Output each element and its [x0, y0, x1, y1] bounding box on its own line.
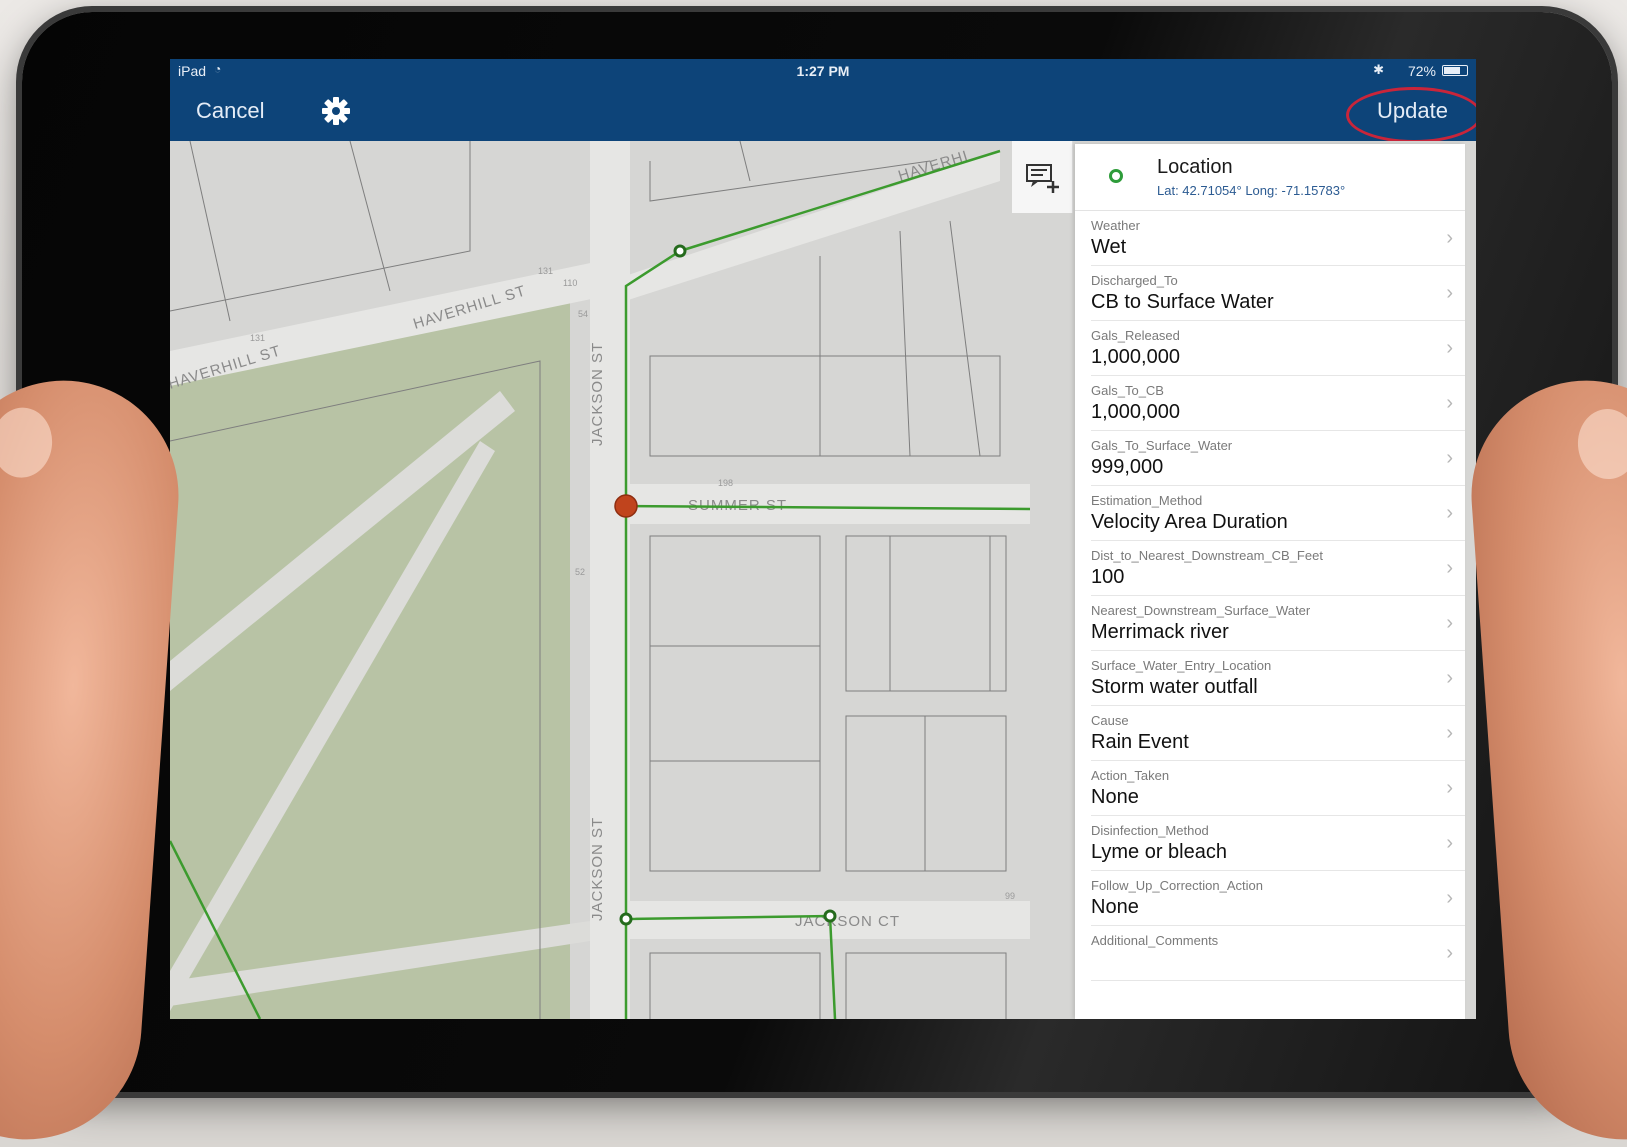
chevron-right-icon: ›	[1446, 942, 1453, 964]
field-value: CB to Surface Water	[1091, 291, 1274, 313]
field-value: None	[1091, 786, 1139, 808]
field-row-gals-to-surface-water[interactable]: Gals_To_Surface_Water 999,000 ›	[1091, 430, 1465, 486]
add-note-icon	[1026, 164, 1059, 193]
gear-icon[interactable]	[318, 93, 354, 129]
nav-bar: Cancel Update	[170, 81, 1476, 143]
location-coordinates: Lat: 42.71054° Long: -71.15783°	[1157, 183, 1346, 198]
field-value: Wet	[1091, 236, 1127, 258]
field-row-estimation-method[interactable]: Estimation_Method Velocity Area Duration ›	[1091, 485, 1465, 541]
chevron-right-icon: ›	[1446, 502, 1453, 524]
chevron-right-icon: ›	[1446, 832, 1453, 854]
chevron-right-icon: ›	[1446, 282, 1453, 304]
field-label: Follow_Up_Correction_Action	[1091, 878, 1263, 893]
field-label: Discharged_To	[1091, 273, 1178, 288]
field-row-gals-to-cb[interactable]: Gals_To_CB 1,000,000 ›	[1091, 375, 1465, 431]
location-row[interactable]: Location Lat: 42.71054° Long: -71.15783°	[1075, 144, 1465, 211]
field-label: Nearest_Downstream_Surface_Water	[1091, 603, 1311, 618]
field-value: Storm water outfall	[1091, 676, 1258, 698]
field-row-follow-up-correction-action[interactable]: Follow_Up_Correction_Action None ›	[1091, 870, 1465, 926]
chevron-right-icon: ›	[1446, 227, 1453, 249]
field-label: Cause	[1091, 713, 1129, 728]
parcel-number: 99	[1005, 891, 1015, 901]
field-label: Disinfection_Method	[1091, 823, 1209, 838]
field-row-nearest-downstream-surface-water[interactable]: Nearest_Downstream_Surface_Water Merrimac…	[1091, 595, 1465, 651]
add-note-button[interactable]	[1012, 141, 1073, 213]
field-row-surface-water-entry-location[interactable]: Surface_Water_Entry_Location Storm water …	[1091, 650, 1465, 706]
attribute-panel: Location Lat: 42.71054° Long: -71.15783°…	[1075, 144, 1465, 1019]
field-value: Rain Event	[1091, 731, 1189, 753]
field-value: Velocity Area Duration	[1091, 511, 1288, 533]
utility-node[interactable]	[673, 244, 687, 258]
field-label: Gals_To_CB	[1091, 383, 1164, 398]
field-label: Weather	[1091, 218, 1140, 233]
location-point-icon	[1109, 169, 1123, 183]
field-label: Estimation_Method	[1091, 493, 1203, 508]
parcel-number: 52	[575, 567, 585, 577]
update-highlight-annotation	[1346, 87, 1476, 143]
field-value: 100	[1091, 566, 1125, 588]
field-label: Gals_To_Surface_Water	[1091, 438, 1233, 453]
field-value: 1,000,000	[1091, 401, 1180, 423]
field-row-discharged-to[interactable]: Discharged_To CB to Surface Water ›	[1091, 265, 1465, 321]
field-value: 999,000	[1091, 456, 1164, 478]
field-value: None	[1091, 896, 1139, 918]
status-bar: iPad ◔ 1:27 PM ✱ 72%	[170, 59, 1476, 81]
parcel-number: 131	[538, 266, 553, 276]
chevron-right-icon: ›	[1446, 777, 1453, 799]
parcel-number: 131	[250, 333, 265, 343]
parcel-number: 54	[578, 309, 588, 319]
field-value: Lyme or bleach	[1091, 841, 1227, 863]
chevron-right-icon: ›	[1446, 667, 1453, 689]
field-label: Additional_Comments	[1091, 933, 1219, 948]
clock: 1:27 PM	[796, 63, 850, 79]
chevron-right-icon: ›	[1446, 722, 1453, 744]
chevron-right-icon: ›	[1446, 447, 1453, 469]
chevron-right-icon: ›	[1446, 337, 1453, 359]
field-label: Gals_Released	[1091, 328, 1180, 343]
utility-node[interactable]	[823, 909, 837, 923]
field-row-cause[interactable]: Cause Rain Event ›	[1091, 705, 1465, 761]
chevron-right-icon: ›	[1446, 612, 1453, 634]
cancel-button[interactable]: Cancel	[196, 98, 264, 124]
street-label-jackson-2: JACKSON ST	[589, 817, 606, 921]
field-row-dist-to-nearest-downstream-cb-feet[interactable]: Dist_to_Nearest_Downstream_CB_Feet 100 ›	[1091, 540, 1465, 596]
field-label: Dist_to_Nearest_Downstream_CB_Feet	[1091, 548, 1323, 563]
ipad-screen: iPad ◔ 1:27 PM ✱ 72% Cancel Update HAVER…	[170, 59, 1476, 1019]
field-label: Action_Taken	[1091, 768, 1170, 783]
battery-icon	[1442, 65, 1468, 76]
battery-percent: 72%	[1407, 63, 1436, 79]
location-title: Location	[1157, 156, 1233, 178]
field-row-action-taken[interactable]: Action_Taken None ›	[1091, 760, 1465, 816]
selected-point[interactable]	[614, 494, 638, 518]
field-label: Surface_Water_Entry_Location	[1091, 658, 1272, 673]
field-row-disinfection-method[interactable]: Disinfection_Method Lyme or bleach ›	[1091, 815, 1465, 871]
field-row-gals-released[interactable]: Gals_Released 1,000,000 ›	[1091, 320, 1465, 376]
field-row-weather[interactable]: Weather Wet ›	[1091, 210, 1465, 266]
chevron-right-icon: ›	[1446, 887, 1453, 909]
chevron-right-icon: ›	[1446, 392, 1453, 414]
chevron-right-icon: ›	[1446, 557, 1453, 579]
field-value: 1,000,000	[1091, 346, 1180, 368]
bluetooth-icon: ✱	[1373, 62, 1384, 77]
parcel-number: 198	[718, 478, 733, 488]
road-summer	[610, 484, 1030, 524]
field-value: Merrimack river	[1091, 621, 1229, 643]
utility-node[interactable]	[619, 912, 633, 926]
street-label-jackson-1: JACKSON ST	[589, 342, 606, 446]
field-row-additional-comments[interactable]: Additional_Comments ›	[1091, 925, 1465, 981]
parcel-number: 110	[563, 278, 577, 288]
